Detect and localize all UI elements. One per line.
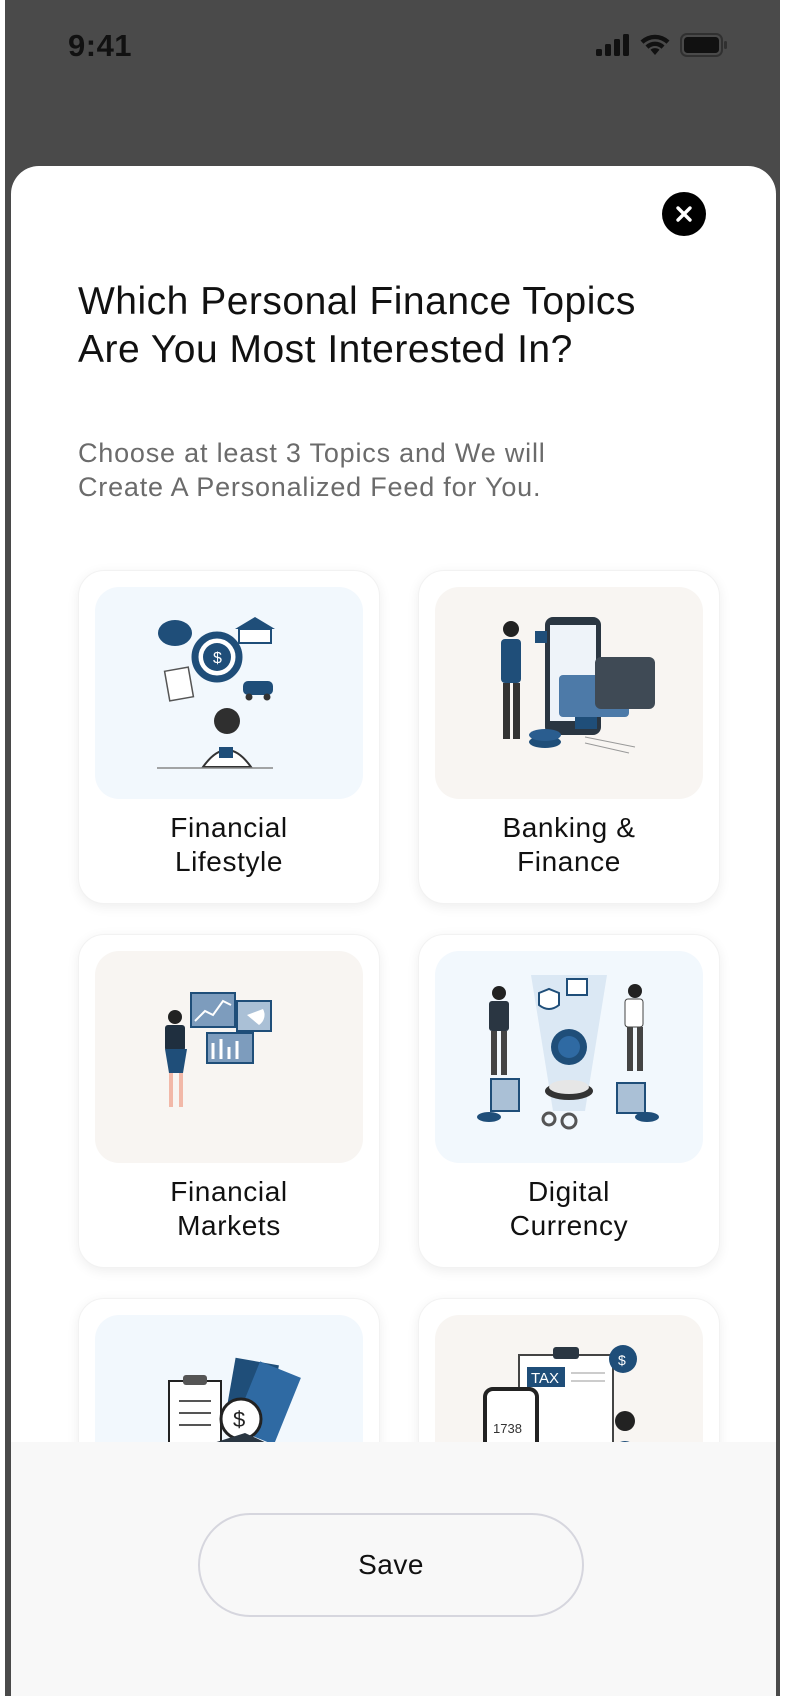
- battery-icon: [680, 33, 727, 57]
- topic-label: Financial Markets: [170, 1176, 288, 1241]
- svg-text:1738: 1738: [493, 1421, 522, 1436]
- topic-illustration: [95, 951, 363, 1163]
- topic-label: Digital Currency: [509, 1176, 629, 1241]
- svg-text:$: $: [213, 650, 222, 667]
- svg-text:$: $: [618, 1352, 626, 1368]
- topic-label: Financial Lifestyle: [170, 812, 288, 877]
- svg-text:TAX: TAX: [531, 1370, 559, 1387]
- topic-label: Banking & Finance: [502, 812, 636, 877]
- page-subtitle: Choose at least 3 Topics and We will Cre…: [78, 438, 546, 502]
- svg-text:$: $: [233, 1407, 245, 1432]
- page-title: Which Personal Finance Topics Are You Mo…: [78, 280, 636, 371]
- topic-card-financial-markets[interactable]: Financial Markets: [78, 934, 380, 1268]
- topic-card-financial-lifestyle[interactable]: $ Financial Lifestyle: [78, 570, 380, 904]
- save-button[interactable]: Save: [198, 1513, 584, 1617]
- topics-sheet: Which Personal Finance Topics Are You Mo…: [11, 166, 776, 1696]
- status-bar: 9:41: [5, 0, 780, 95]
- status-icons: [596, 33, 728, 57]
- close-icon: [676, 206, 692, 222]
- topic-illustration: [435, 587, 703, 799]
- topic-illustration: [435, 951, 703, 1163]
- footer-bar: Save: [11, 1442, 776, 1696]
- device-frame-left: [0, 0, 5, 1696]
- close-button[interactable]: [662, 192, 706, 236]
- device-frame-right: [780, 0, 788, 1696]
- cellular-signal-icon: [596, 34, 629, 56]
- topic-card-digital-currency[interactable]: Digital Currency: [418, 934, 720, 1268]
- topic-card-banking-finance[interactable]: Banking & Finance: [418, 570, 720, 904]
- status-time: 9:41: [68, 28, 133, 63]
- wifi-icon: [640, 34, 670, 55]
- topic-illustration: $: [95, 587, 363, 799]
